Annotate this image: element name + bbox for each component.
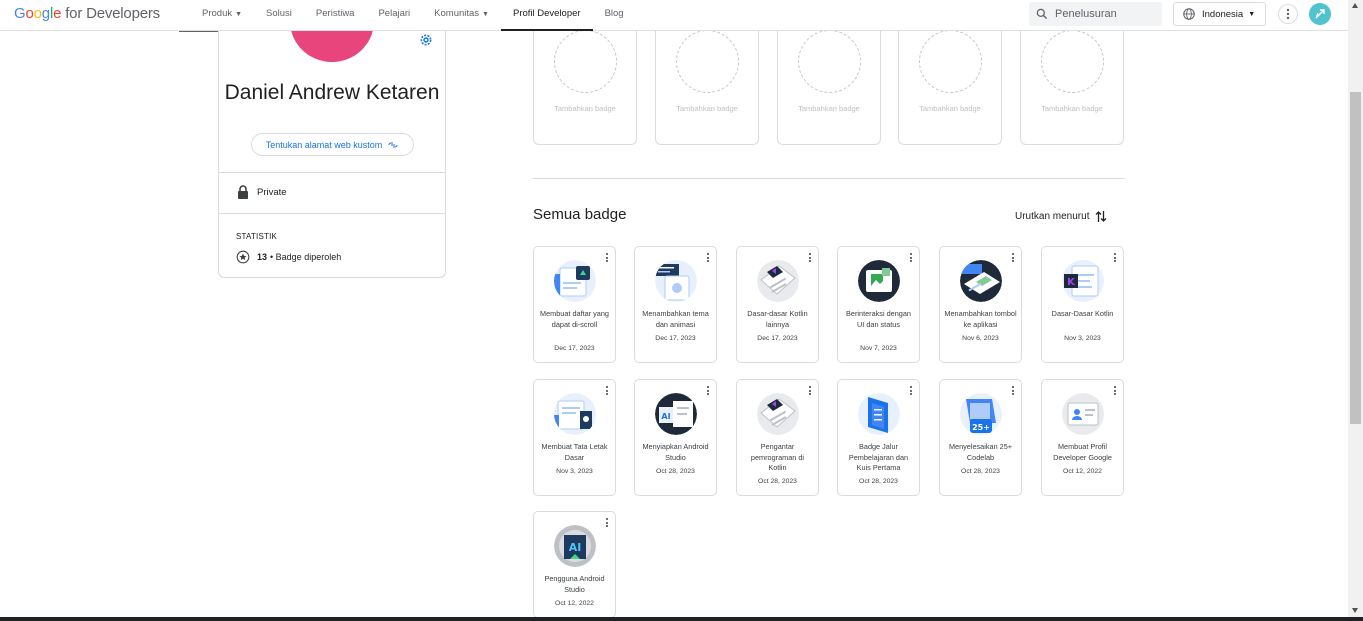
section-divider <box>533 178 1125 179</box>
top-navigation: Google for Developers Produk ▼ Solusi Per… <box>0 0 1348 31</box>
scroll-down-icon[interactable] <box>1352 608 1358 613</box>
badge-menu-icon[interactable] <box>706 253 710 263</box>
badge-menu-icon[interactable] <box>605 253 609 263</box>
codelab-25-badge-icon: 25+ <box>960 393 1002 435</box>
caret-down-icon: ▼ <box>235 11 243 18</box>
featured-badge-slot[interactable]: Tambahkan badge <box>1020 20 1124 145</box>
badge-menu-icon[interactable] <box>605 518 609 528</box>
badge-menu-icon[interactable] <box>605 386 609 396</box>
kotlin-logo: K <box>1067 277 1076 288</box>
featured-badge-slot[interactable]: Tambahkan badge <box>898 20 1002 145</box>
featured-badge-slot[interactable]: Tambahkan badge <box>777 20 881 145</box>
page-scrollbar[interactable] <box>1348 0 1363 617</box>
badge-card[interactable]: Menambahkan tema dan animasi Dec 17, 202… <box>634 246 717 363</box>
empty-badge-placeholder <box>1041 30 1104 93</box>
caret-down-icon: ▼ <box>482 11 489 18</box>
badge-card[interactable]: Membuat daftar yang dapat di-scroll Dec … <box>533 246 616 363</box>
tab-solusi[interactable]: Solusi <box>254 0 304 31</box>
tab-peristiwa[interactable]: Peristiwa <box>304 0 367 31</box>
stats-title: STATISTIK <box>236 232 278 241</box>
scroll-up-icon[interactable] <box>1352 3 1358 8</box>
user-avatar[interactable] <box>1309 3 1331 25</box>
nav-tabs: Produk ▼ Solusi Peristiwa Pelajari Komuni… <box>190 0 636 31</box>
android-studio-user-badge-icon: AI <box>554 525 596 567</box>
more-options-icon[interactable] <box>1278 4 1298 24</box>
empty-badge-placeholder <box>919 30 982 93</box>
ai-logo: AI <box>661 412 670 421</box>
badge-card[interactable]: AI Pengguna Android Studio Oct 12, 2022 <box>533 511 616 618</box>
lock-icon <box>238 185 248 199</box>
badge-menu-icon[interactable] <box>1113 253 1117 263</box>
featured-badge-slot[interactable]: Tambahkan badge <box>655 20 759 145</box>
learning-path-badge-icon <box>858 393 900 435</box>
badge-menu-icon[interactable] <box>808 253 812 263</box>
scroll-list-badge-icon <box>554 260 596 302</box>
tab-produk[interactable]: Produk ▼ <box>190 0 254 31</box>
empty-badge-placeholder <box>676 30 739 93</box>
badge-card[interactable]: Membuat Profil Developer Google Oct 12, … <box>1041 379 1124 496</box>
badge-card[interactable]: Berinteraksi dengan UI dan status Nov 7,… <box>837 246 920 363</box>
basic-layout-badge-icon <box>554 393 596 435</box>
all-badges-title: Semua badge <box>533 206 627 223</box>
badge-card[interactable]: K Dasar-Dasar Kotlin Nov 3, 2023 <box>1041 246 1124 363</box>
google-for-developers-logo[interactable]: Google for Developers <box>14 5 160 22</box>
scrollbar-thumb[interactable] <box>1350 92 1361 424</box>
badge-card[interactable]: Badge Jalur Pembelajaran dan Kuis Pertam… <box>837 379 920 496</box>
empty-badge-placeholder <box>554 30 617 93</box>
badge-count-stat: 13 • Badge diperoleh <box>236 250 341 264</box>
custom-url-button[interactable]: Tentukan alamat web kustom <box>251 133 414 156</box>
search-input[interactable] <box>1055 8 1155 20</box>
badge-menu-icon[interactable] <box>808 386 812 396</box>
add-button-badge-icon <box>960 260 1002 302</box>
badge-menu-icon[interactable] <box>1011 253 1015 263</box>
badge-card[interactable]: Pengantar pemrograman di Kotlin Oct 28, … <box>736 379 819 496</box>
badge-menu-icon[interactable] <box>706 386 710 396</box>
leaf-icon <box>1315 9 1325 19</box>
globe-icon <box>1183 8 1195 20</box>
search-box[interactable] <box>1029 2 1162 26</box>
badge-menu-icon[interactable] <box>1113 386 1117 396</box>
os-taskbar <box>0 617 1363 621</box>
intro-kotlin-badge-icon <box>757 393 799 435</box>
codelab-count-label: 25+ <box>972 423 990 432</box>
theme-animation-badge-icon <box>655 260 697 302</box>
divider <box>219 172 445 173</box>
sort-button[interactable]: Urutkan menurut <box>1015 210 1107 223</box>
badge-menu-icon[interactable] <box>909 386 913 396</box>
sort-icon <box>1096 211 1107 222</box>
tab-pelajari[interactable]: Pelajari <box>366 0 422 31</box>
profile-name: Daniel Andrew Ketaren <box>224 81 440 104</box>
badge-menu-icon[interactable] <box>909 253 913 263</box>
profile-card: Daniel Andrew Ketaren Tentukan alamat we… <box>218 0 446 278</box>
gear-icon[interactable] <box>418 32 434 48</box>
search-icon <box>1036 8 1048 20</box>
featured-badge-slot[interactable]: Tambahkan badge <box>533 20 637 145</box>
star-icon <box>236 250 250 264</box>
developer-profile-badge-icon <box>1062 393 1104 435</box>
language-selector[interactable]: Indonesia ▼ <box>1173 2 1266 26</box>
empty-badge-placeholder <box>798 30 861 93</box>
setup-android-studio-badge-icon: AI <box>655 393 697 435</box>
link-edit-icon <box>388 142 398 147</box>
badge-card[interactable]: Menambahkan tombol ke aplikasi Nov 6, 20… <box>939 246 1022 363</box>
badge-menu-icon[interactable] <box>1011 386 1015 396</box>
tab-komunitas[interactable]: Komunitas ▼ <box>422 0 501 31</box>
visibility-status[interactable]: Private <box>237 185 287 199</box>
divider <box>219 213 445 214</box>
kotlin-more-basics-badge-icon <box>757 260 799 302</box>
tab-blog[interactable]: Blog <box>593 0 636 31</box>
ai-logo: AI <box>569 541 582 554</box>
ui-state-badge-icon <box>858 260 900 302</box>
kotlin-basics-badge-icon: K <box>1062 260 1104 302</box>
badge-card[interactable]: 25+ Menyelesaikan 25+ Codelab Oct 28, 20… <box>939 379 1022 496</box>
badge-card[interactable]: AI Menyiapkan Android Studio Oct 28, 202… <box>634 379 717 496</box>
badge-card[interactable]: Membuat Tata Letak Dasar Nov 3, 2023 <box>533 379 616 496</box>
badge-card[interactable]: Dasar-dasar Kotlin lainnya Dec 17, 2023 <box>736 246 819 363</box>
tab-profil-developer[interactable]: Profil Developer <box>500 0 593 31</box>
caret-down-icon: ▼ <box>1248 10 1256 18</box>
